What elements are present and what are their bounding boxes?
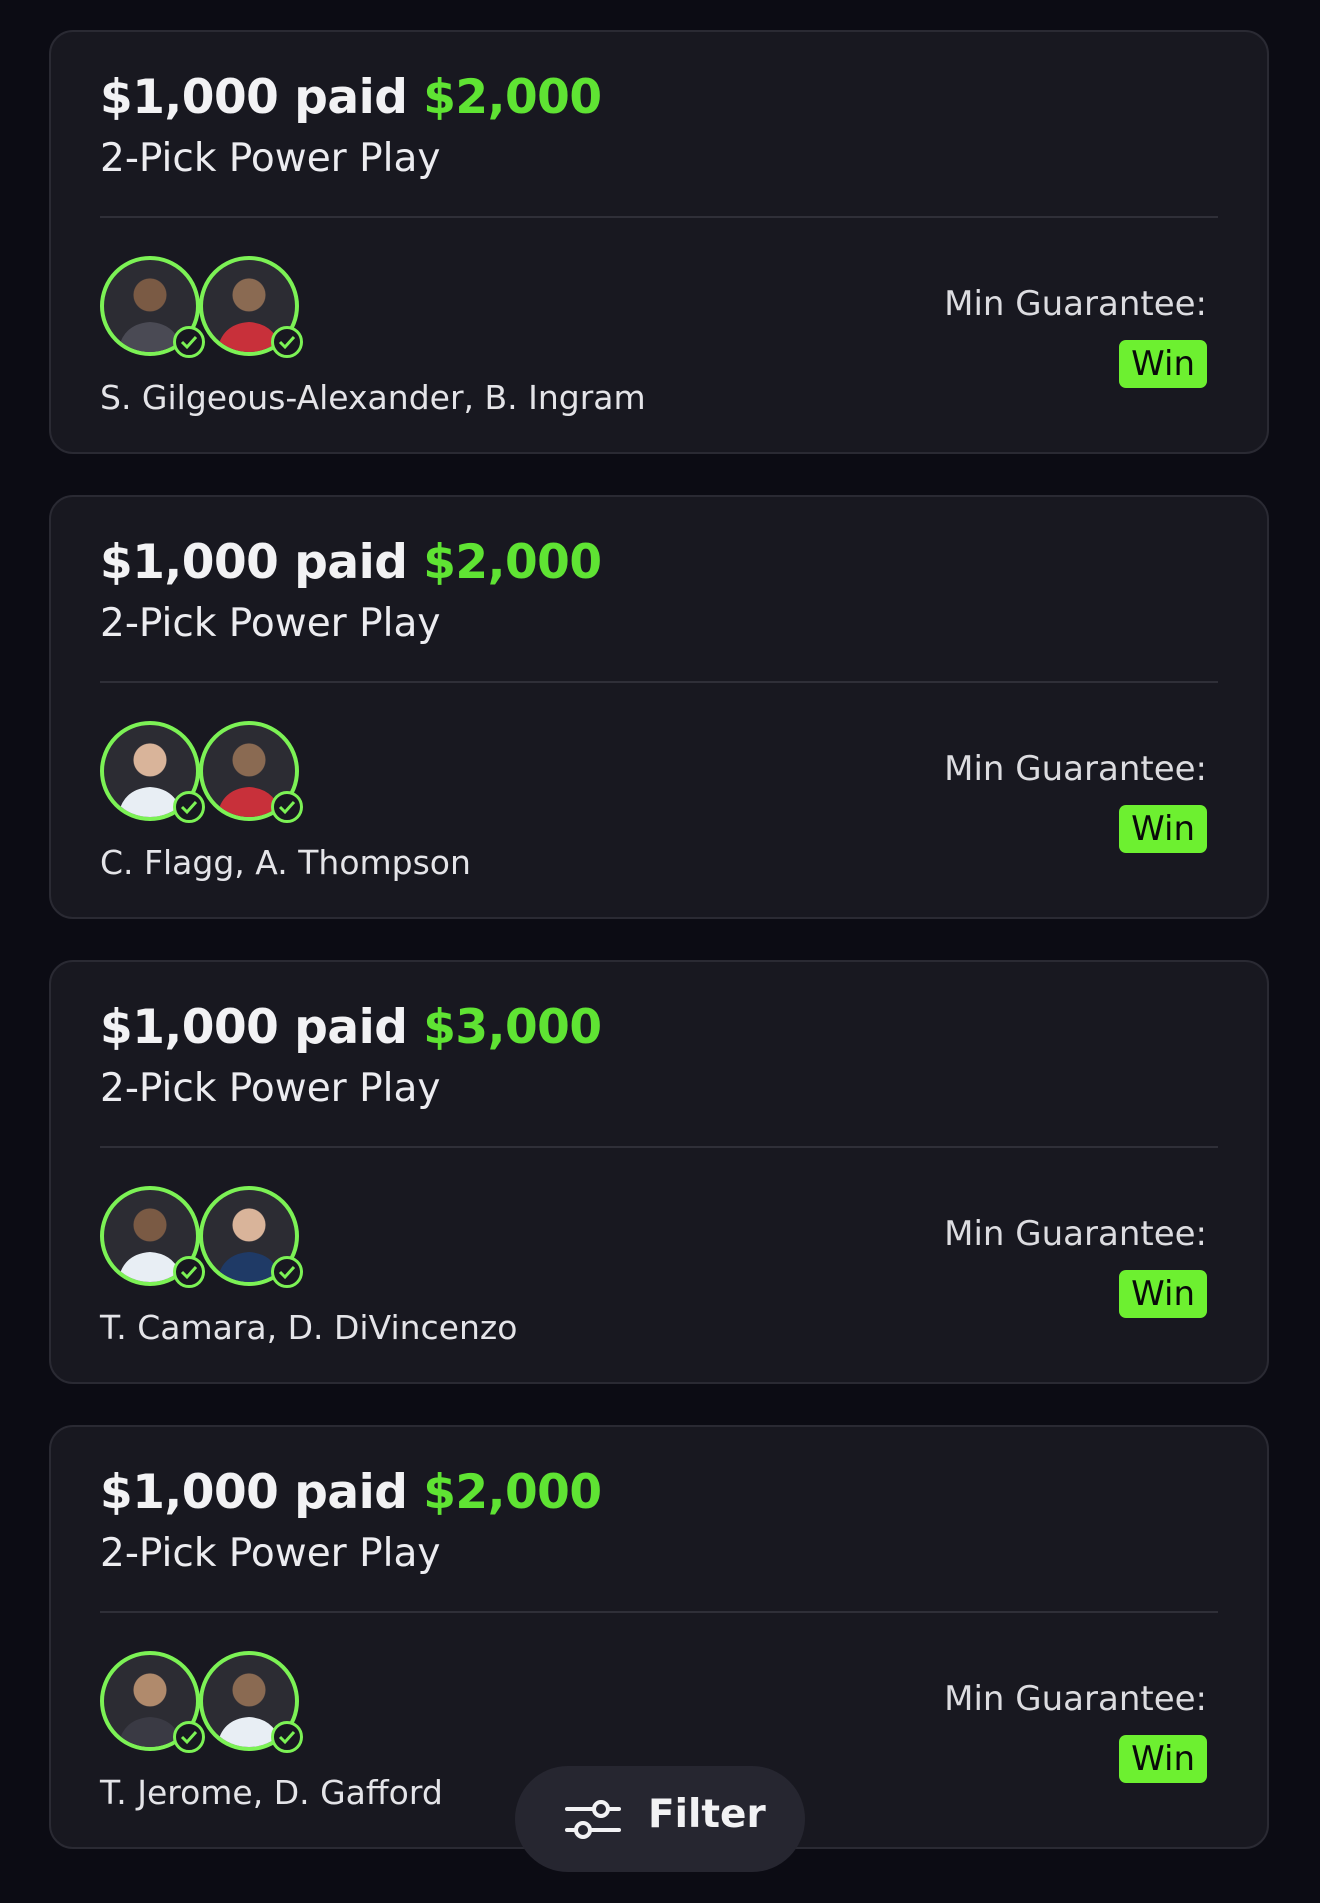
check-circle-icon: [271, 1721, 303, 1753]
entry-card[interactable]: $1,000 paid $3,000 2-Pick Power Play T. …: [49, 960, 1269, 1384]
stake-text: $1,000 paid: [100, 1465, 408, 1520]
play-type: 2-Pick Power Play: [100, 136, 441, 181]
entry-headline: $1,000 paid $3,000: [100, 1000, 602, 1055]
play-type: 2-Pick Power Play: [100, 601, 441, 646]
stake-text: $1,000 paid: [100, 70, 408, 125]
filter-label: Filter: [648, 1792, 766, 1837]
payout-amount: $2,000: [423, 1465, 602, 1520]
player-names: T. Jerome, D. Gafford: [100, 1773, 443, 1812]
entry-card[interactable]: $1,000 paid $2,000 2-Pick Power Play S. …: [49, 30, 1269, 454]
check-circle-icon: [173, 1256, 205, 1288]
min-guarantee-label: Min Guarantee:: [944, 1679, 1207, 1719]
entry-card[interactable]: $1,000 paid $2,000 2-Pick Power Play C. …: [49, 495, 1269, 919]
status-badge: Win: [1119, 1270, 1207, 1318]
divider: [100, 1146, 1218, 1148]
check-circle-icon: [271, 791, 303, 823]
player-names: T. Camara, D. DiVincenzo: [100, 1308, 518, 1347]
play-type: 2-Pick Power Play: [100, 1531, 441, 1576]
check-circle-icon: [271, 1256, 303, 1288]
entry-headline: $1,000 paid $2,000: [100, 535, 602, 590]
divider: [100, 681, 1218, 683]
payout-amount: $3,000: [423, 1000, 602, 1055]
entry-headline: $1,000 paid $2,000: [100, 1465, 602, 1520]
check-circle-icon: [271, 326, 303, 358]
player-names: S. Gilgeous-Alexander, B. Ingram: [100, 378, 646, 417]
filter-button[interactable]: Filter: [515, 1766, 805, 1872]
check-circle-icon: [173, 1721, 205, 1753]
status-badge: Win: [1119, 1735, 1207, 1783]
entry-headline: $1,000 paid $2,000: [100, 70, 602, 125]
stake-text: $1,000 paid: [100, 535, 408, 590]
status-badge: Win: [1119, 805, 1207, 853]
payout-amount: $2,000: [423, 535, 602, 590]
play-type: 2-Pick Power Play: [100, 1066, 441, 1111]
sliders-icon: [565, 1800, 621, 1839]
player-names: C. Flagg, A. Thompson: [100, 843, 471, 882]
min-guarantee-label: Min Guarantee:: [944, 284, 1207, 324]
payout-amount: $2,000: [423, 70, 602, 125]
check-circle-icon: [173, 791, 205, 823]
check-circle-icon: [173, 326, 205, 358]
stake-text: $1,000 paid: [100, 1000, 408, 1055]
min-guarantee-label: Min Guarantee:: [944, 749, 1207, 789]
divider: [100, 216, 1218, 218]
divider: [100, 1611, 1218, 1613]
status-badge: Win: [1119, 340, 1207, 388]
min-guarantee-label: Min Guarantee:: [944, 1214, 1207, 1254]
